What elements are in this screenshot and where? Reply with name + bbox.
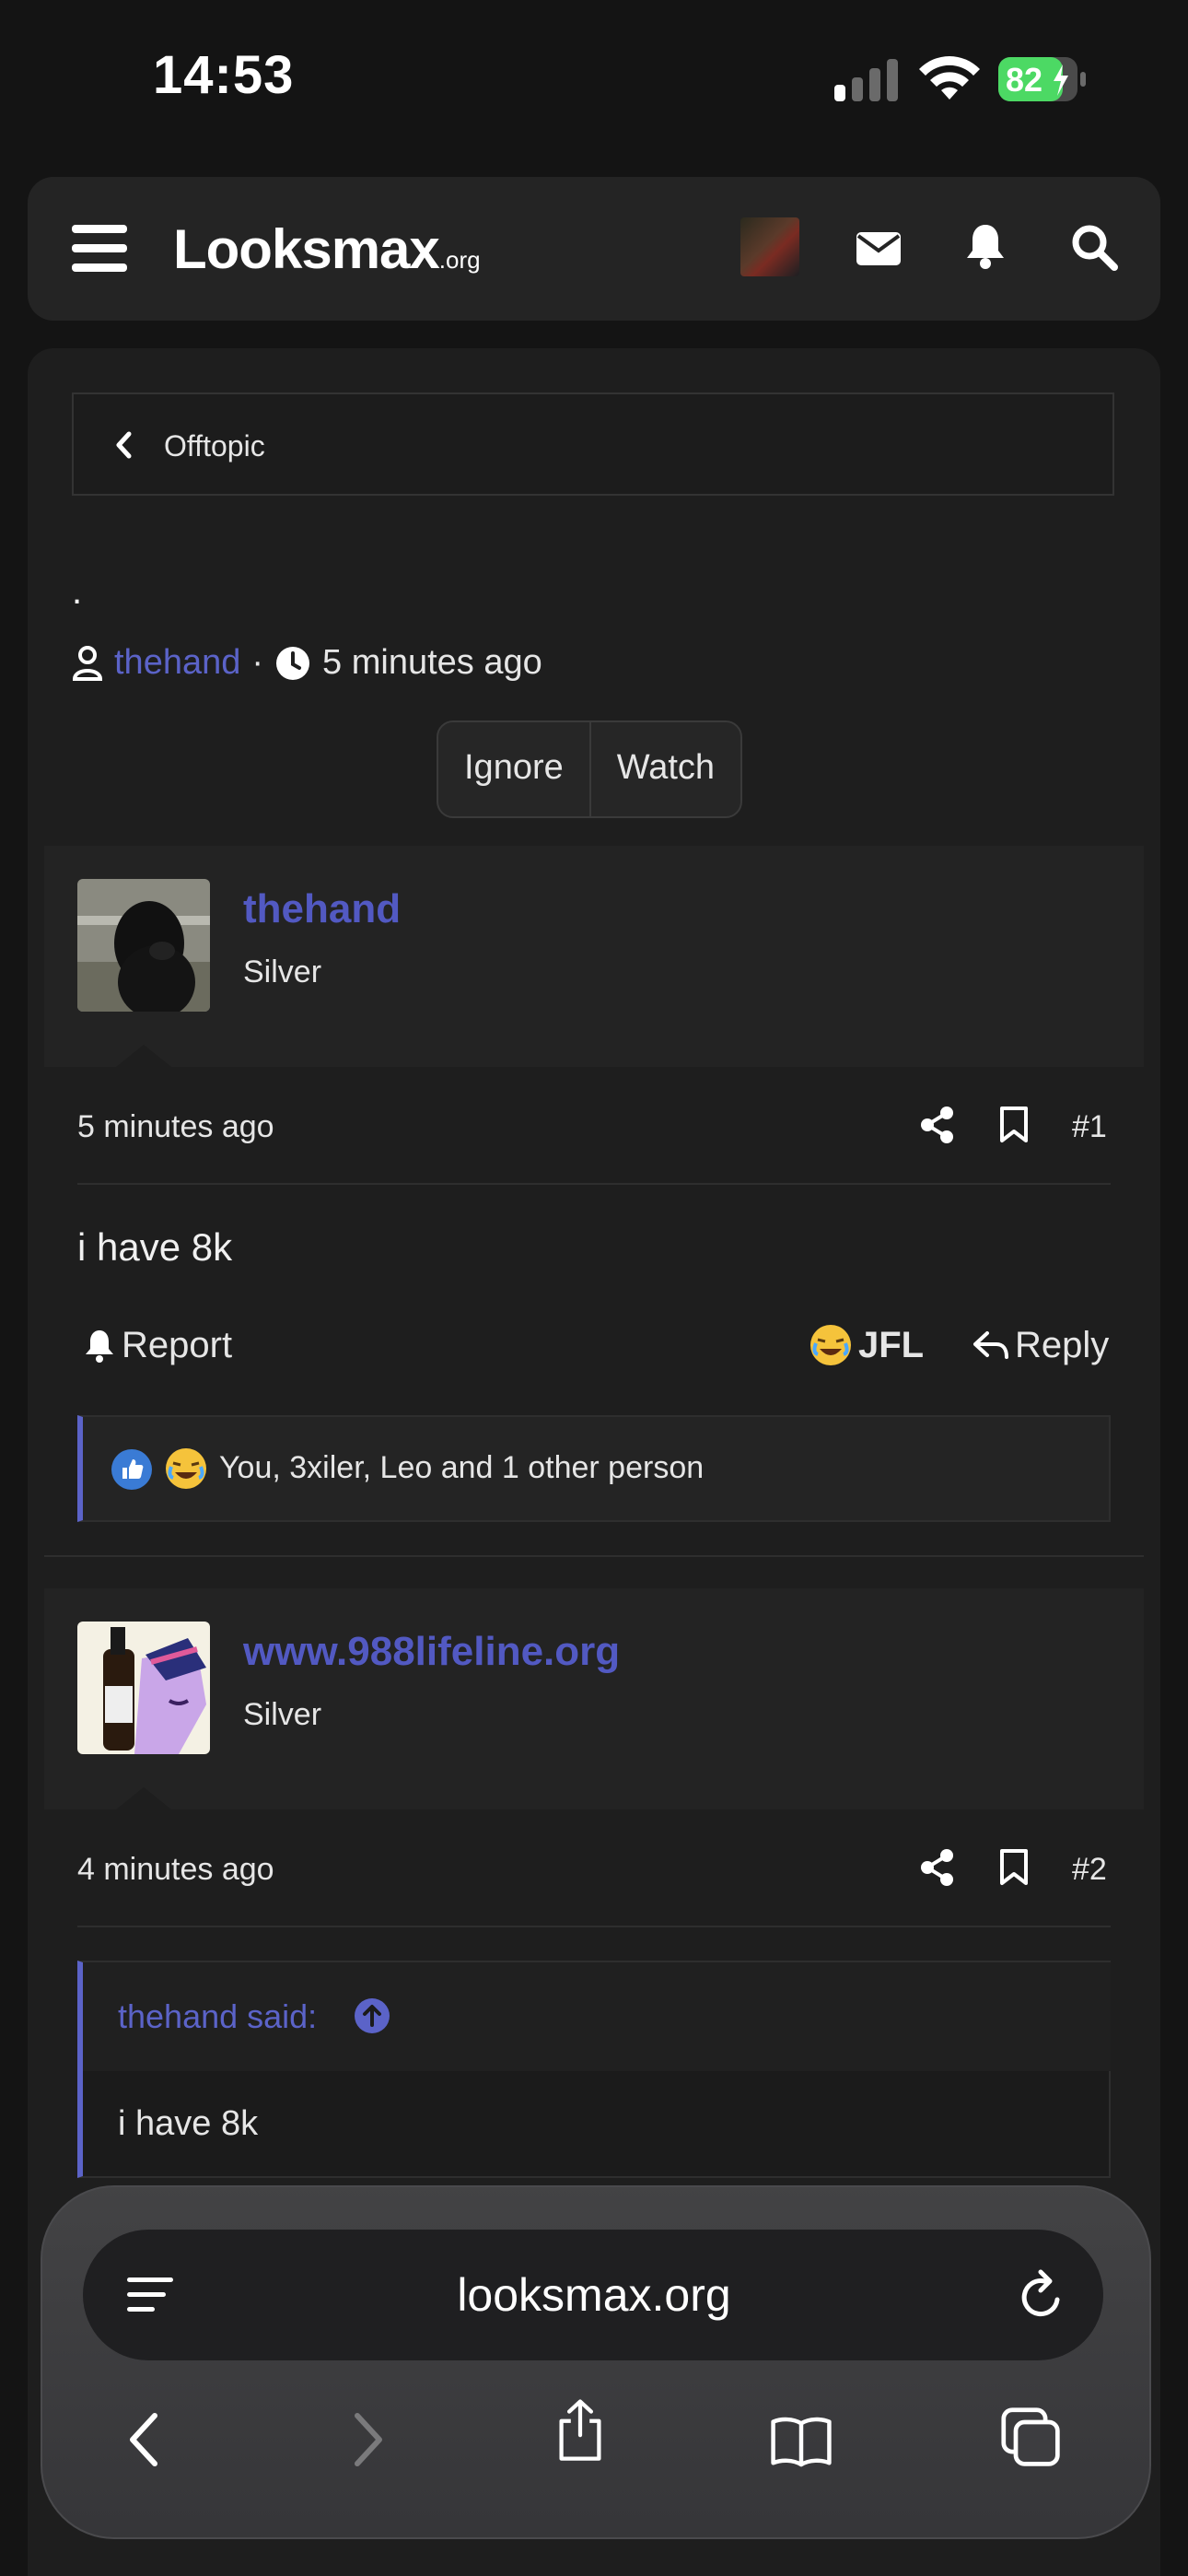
like-icon (111, 1449, 152, 1490)
post-1-time[interactable]: 5 minutes ago (77, 1109, 274, 1145)
battery-indicator: 82 (998, 57, 1087, 101)
bookmark-icon[interactable] (998, 1106, 1030, 1144)
search-icon[interactable] (1068, 221, 1120, 273)
post-2-notch (116, 1787, 171, 1809)
share-icon[interactable] (919, 1848, 956, 1887)
site-logo[interactable]: Looksmax.org (173, 217, 481, 281)
bookmarks-book-icon[interactable] (770, 2410, 833, 2473)
wifi-icon (919, 56, 980, 100)
reply-label: Reply (1015, 1325, 1110, 1365)
tabs-icon[interactable] (1000, 2406, 1063, 2469)
quote-body: i have 8k (118, 2104, 259, 2143)
post-2-avatar[interactable] (77, 1622, 210, 1754)
bell-icon[interactable] (960, 221, 1011, 273)
url-text[interactable]: looksmax.org (0, 2268, 1188, 2322)
ignore-button[interactable]: Ignore (438, 722, 589, 816)
report-button[interactable]: Report (83, 1325, 232, 1366)
battery-level: 82 (1006, 61, 1043, 99)
quote-author[interactable]: thehand said: (118, 1997, 317, 2036)
user-avatar[interactable] (740, 217, 799, 276)
watch-button[interactable]: Watch (588, 722, 740, 816)
logo-suffix: .org (438, 246, 481, 274)
report-label: Report (122, 1325, 233, 1365)
jfl-label: JFL (858, 1324, 925, 1365)
breadcrumb-label[interactable]: Offtopic (164, 429, 265, 463)
forward-icon[interactable] (335, 2408, 398, 2471)
chevron-left-icon (116, 431, 132, 459)
bell-icon (86, 1329, 113, 1363)
status-time: 14:53 (153, 45, 295, 105)
mail-icon[interactable] (853, 223, 904, 275)
reactions-summary[interactable]: You, 3xiler, Leo and 1 other person (219, 1450, 704, 1486)
bookmark-icon[interactable] (998, 1848, 1030, 1887)
user-icon (72, 645, 103, 681)
back-icon[interactable] (114, 2408, 177, 2471)
post-2-username[interactable]: www.988lifeline.org (243, 1629, 620, 1675)
post-1-username[interactable]: thehand (243, 886, 401, 932)
logo-text: Looksmax (173, 218, 440, 280)
post-2-number[interactable]: #2 (1072, 1852, 1107, 1888)
menu-icon[interactable] (72, 225, 127, 273)
thread-title: . (72, 571, 83, 612)
arrow-up-circle-icon[interactable] (354, 1997, 390, 2034)
post-1-divider (77, 1183, 1111, 1185)
post-2-divider (77, 1926, 1111, 1927)
clock-icon (276, 646, 310, 680)
thread-actions: Ignore Watch (437, 720, 743, 818)
post-1-body: i have 8k (77, 1225, 233, 1269)
reload-icon[interactable] (1017, 2268, 1068, 2324)
cellular-signal-icon (834, 59, 898, 101)
share-sheet-icon[interactable] (549, 2399, 611, 2462)
reply-icon (973, 1330, 1008, 1359)
post-separator (44, 1555, 1144, 1557)
meta-separator: · (251, 643, 264, 682)
post-1-avatar[interactable] (77, 879, 210, 1012)
post-2-time[interactable]: 4 minutes ago (77, 1852, 274, 1888)
reply-button[interactable]: Reply (973, 1325, 1109, 1366)
thread-meta: thehand · 5 minutes ago (72, 643, 542, 683)
jfl-reaction-button[interactable]: JFL (809, 1323, 924, 1367)
share-icon[interactable] (919, 1106, 956, 1144)
post-1-notch (116, 1045, 171, 1067)
thread-author[interactable]: thehand (114, 643, 240, 683)
post-2-rank: Silver (243, 1697, 322, 1732)
post-1-rank: Silver (243, 954, 322, 989)
thread-time: 5 minutes ago (322, 643, 542, 682)
post-1-number[interactable]: #1 (1072, 1109, 1107, 1145)
laugh-emoji-icon (166, 1448, 206, 1489)
laugh-emoji-icon (810, 1325, 851, 1365)
